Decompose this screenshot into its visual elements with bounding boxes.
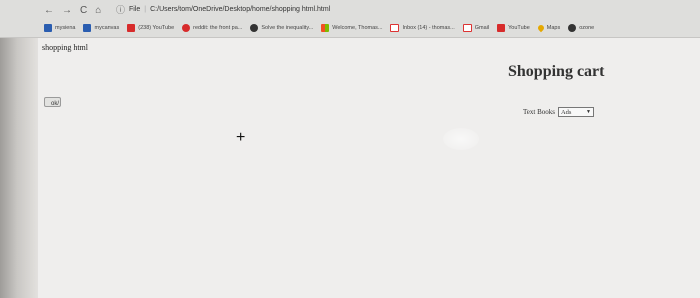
bookmark-welcome-thomas[interactable]: Welcome, Thomas... — [321, 24, 382, 32]
bookmark-youtube[interactable]: YouTube — [497, 24, 530, 32]
address-scheme: File — [129, 6, 141, 13]
chevron-down-icon: ▼ — [586, 109, 591, 115]
bookmark-inbox[interactable]: Inbox (14) - thomas... — [390, 24, 455, 32]
windows-icon — [321, 24, 330, 32]
address-bar[interactable]: ⓘ File | C:/Users/tom/OneDrive/Desktop/h… — [116, 3, 330, 16]
ok-button[interactable]: ok/ — [44, 97, 61, 107]
gmail-icon — [390, 24, 400, 32]
reload-icon[interactable]: C — [80, 4, 87, 18]
bookmark-ozone[interactable]: ozone — [568, 24, 594, 32]
canvas-icon — [83, 24, 92, 32]
screenshot: ← → C ⌂ ⓘ File | C:/Users/tom/OneDrive/D… — [0, 0, 700, 298]
address-url[interactable]: C:/Users/tom/OneDrive/Desktop/home/shopp… — [150, 6, 330, 13]
youtube-icon — [497, 24, 506, 32]
browser-chrome: ← → C ⌂ ⓘ File | C:/Users/tom/OneDrive/D… — [0, 0, 700, 38]
filter-select[interactable]: Ads ▼ — [557, 107, 594, 117]
home-icon[interactable]: ⌂ — [95, 4, 101, 18]
bookmark-maps[interactable]: Maps — [536, 23, 560, 33]
bookmark-mysiena[interactable]: mysiena — [44, 24, 75, 32]
gmail-icon — [462, 24, 472, 32]
bookmarks-bar: mysiena mycanvas (238) YouTube reddit: t… — [44, 22, 700, 34]
document-label: shopping html — [42, 43, 89, 52]
page-content: shopping html ok/ Shopping cart Text Boo… — [38, 38, 700, 298]
address-separator: | — [144, 6, 147, 13]
forward-icon[interactable]: → — [62, 4, 72, 18]
bookmark-youtube-238[interactable]: (238) YouTube — [127, 24, 174, 32]
youtube-icon — [127, 24, 136, 32]
info-icon[interactable]: ⓘ — [116, 3, 125, 16]
filter-selected-value: Ads — [560, 108, 572, 116]
web-icon — [568, 24, 577, 32]
crosshair-cursor-icon: + — [236, 129, 246, 146]
monitor-bezel — [0, 0, 38, 298]
siena-icon — [44, 24, 52, 32]
screen-glare — [443, 128, 479, 150]
reddit-icon — [182, 24, 191, 32]
category-filter: Text Books Ads ▼ — [523, 107, 594, 117]
maps-icon — [536, 23, 546, 33]
page-title: Shopping cart — [508, 63, 605, 80]
bookmark-reddit[interactable]: reddit: the front pa... — [182, 24, 242, 32]
bookmark-mycanvas[interactable]: mycanvas — [83, 24, 119, 32]
web-icon — [250, 24, 259, 32]
bookmark-gmail[interactable]: Gmail — [462, 24, 489, 32]
bookmark-solve-inequality[interactable]: Solve the inequality... — [250, 24, 313, 32]
nav-controls: ← → C ⌂ — [44, 4, 101, 18]
filter-label: Text Books — [523, 108, 555, 116]
back-icon[interactable]: ← — [44, 4, 54, 18]
